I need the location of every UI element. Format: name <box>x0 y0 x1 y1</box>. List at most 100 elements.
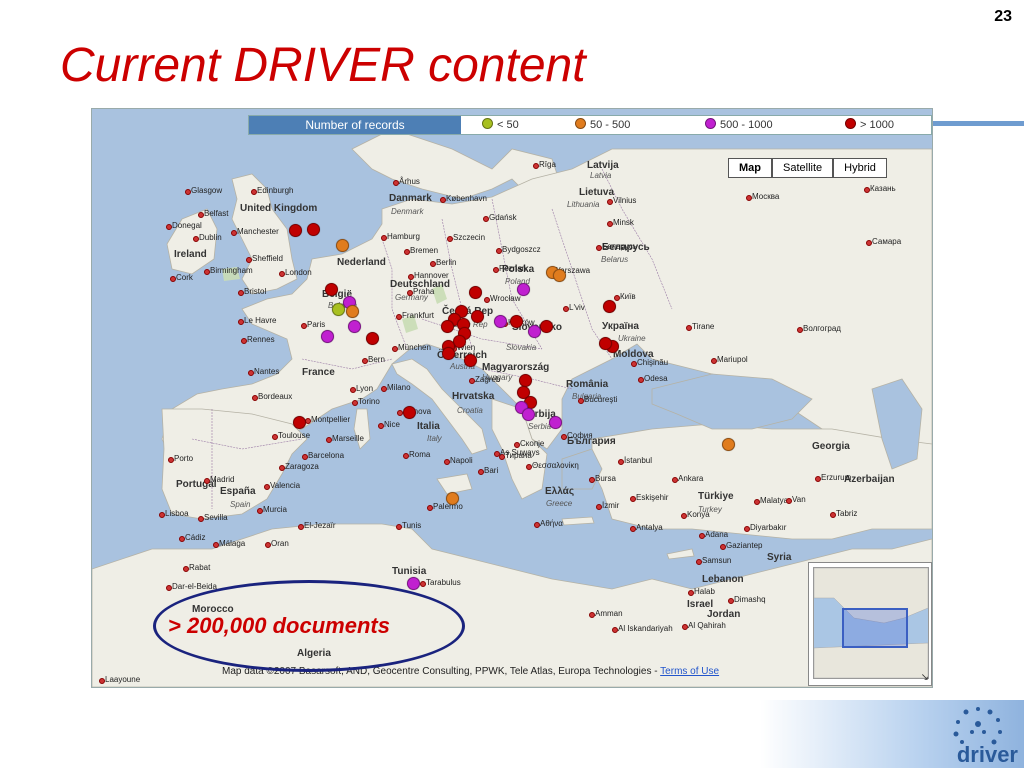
city-label: Bursa <box>595 474 616 483</box>
city-label: Murcia <box>263 505 288 514</box>
repository-marker[interactable] <box>403 405 417 419</box>
slide-number: 23 <box>994 8 1012 25</box>
overview-collapse-icon[interactable]: ↘ <box>921 672 929 683</box>
city-label: London <box>285 268 312 277</box>
city-label: Paris <box>307 320 326 329</box>
city-label: Frankfurt <box>402 311 435 320</box>
city-label: Rennes <box>247 335 275 344</box>
legend-dot-orange <box>575 118 586 129</box>
city-label: Mariupol <box>717 355 748 364</box>
city-label: Chişinău <box>637 358 669 367</box>
legend-label: 50 - 500 <box>590 119 631 131</box>
city-label: Berlin <box>436 258 457 267</box>
city-label: Marseille <box>332 434 365 443</box>
repository-marker[interactable] <box>602 300 616 314</box>
city-label: Bari <box>484 466 499 475</box>
city-label: Roma <box>409 450 431 459</box>
city-label: Cork <box>176 273 193 282</box>
repository-marker[interactable] <box>552 268 566 282</box>
repository-marker[interactable] <box>321 329 335 343</box>
city-label: Donegal <box>172 221 202 230</box>
city-label: Lyon <box>356 384 374 393</box>
country-label: France <box>302 367 335 378</box>
city-label: Самара <box>872 237 902 246</box>
repository-marker[interactable] <box>445 491 459 505</box>
repository-marker[interactable] <box>493 315 507 329</box>
repository-marker[interactable] <box>509 315 523 329</box>
country-label: Lebanon <box>702 574 744 585</box>
legend-bar: Number of records < 50 50 - 500 500 - 10… <box>248 115 932 135</box>
city-label: Bydgoszcz <box>502 245 541 254</box>
city-label: Sheffield <box>252 254 283 263</box>
city-label: Rīga <box>539 160 556 169</box>
city-label: İstanbul <box>624 456 653 465</box>
country-label: Azerbaijan <box>844 474 895 485</box>
city-label: Al Iskandariyah <box>618 624 673 633</box>
repository-marker[interactable] <box>598 337 612 351</box>
country-label: Danmark <box>389 193 432 204</box>
city-label: Zaragoza <box>285 462 319 471</box>
legend-item-50-500: 50 - 500 <box>575 116 630 134</box>
city-label: Zagreb <box>475 375 501 384</box>
city-label: Tabriz <box>836 509 858 518</box>
country-label: España <box>220 486 256 497</box>
city-label: Birmingham <box>210 266 253 275</box>
city-label: Oran <box>271 539 289 548</box>
city-label: Cádiz <box>185 533 206 542</box>
city-label: Antalya <box>636 523 663 532</box>
legend-label: < 50 <box>497 119 519 131</box>
city-label: Tunis <box>402 521 422 530</box>
repository-marker[interactable] <box>527 324 541 338</box>
country-label: Ελλάς <box>545 486 575 497</box>
city-label: Odesa <box>644 374 668 383</box>
country-label: Syria <box>767 552 792 563</box>
repository-marker[interactable] <box>347 320 361 333</box>
city-label: Laayoune <box>105 675 141 684</box>
city-label: Erzurum <box>821 473 852 482</box>
city-label: Eskişehir <box>636 493 669 502</box>
country-label: United Kingdom <box>240 203 318 214</box>
repository-marker[interactable] <box>549 415 563 429</box>
city-label: Barcelona <box>308 451 345 460</box>
country-label: Nederland <box>337 257 386 268</box>
country-label: Georgia <box>812 441 850 452</box>
city-label: Москва <box>752 192 780 201</box>
repository-marker[interactable] <box>469 285 483 299</box>
country-label: Tunisia <box>392 566 427 577</box>
map-type-map-button[interactable]: Map <box>728 158 772 178</box>
city-label: København <box>446 194 487 203</box>
repository-marker[interactable] <box>324 283 338 297</box>
repository-marker[interactable] <box>470 310 484 324</box>
repository-marker[interactable] <box>406 577 420 591</box>
terms-of-use-link[interactable]: Terms of Use <box>660 666 719 677</box>
country-sublabel: Belarus <box>601 255 629 264</box>
city-label: Al Qahirah <box>688 621 726 630</box>
city-label: Valencia <box>270 481 301 490</box>
city-label: Sevilla <box>204 513 228 522</box>
map-type-satellite-button[interactable]: Satellite <box>772 158 834 178</box>
map-type-hybrid-button[interactable]: Hybrid <box>833 158 887 178</box>
city-label: Gdańsk <box>489 213 517 222</box>
repository-marker[interactable] <box>365 332 379 346</box>
city-label: Le Havre <box>244 316 277 325</box>
city-label: Волгоград <box>803 324 841 333</box>
repository-marker[interactable] <box>440 320 454 333</box>
country-sublabel: Ukraine <box>618 334 646 343</box>
repository-marker[interactable] <box>331 302 345 316</box>
overview-viewport-box[interactable] <box>842 608 908 648</box>
map-type-control: Map Satellite Hybrid <box>728 158 887 178</box>
city-label: Tarabulus <box>426 578 461 587</box>
repository-marker[interactable] <box>518 373 532 387</box>
city-label: София <box>567 431 593 440</box>
city-label: Glasgow <box>191 186 223 195</box>
country-label: Hrvatska <box>452 391 495 402</box>
repository-marker[interactable] <box>463 354 477 368</box>
country-sublabel: Greece <box>546 499 573 508</box>
repository-marker[interactable] <box>292 415 306 429</box>
city-label: Torino <box>358 397 380 406</box>
city-label: Αθήνα <box>540 519 563 528</box>
repository-marker[interactable] <box>721 437 735 451</box>
city-label: München <box>398 343 431 352</box>
overview-map[interactable]: ↘ <box>808 562 932 686</box>
repository-marker[interactable] <box>335 239 349 253</box>
